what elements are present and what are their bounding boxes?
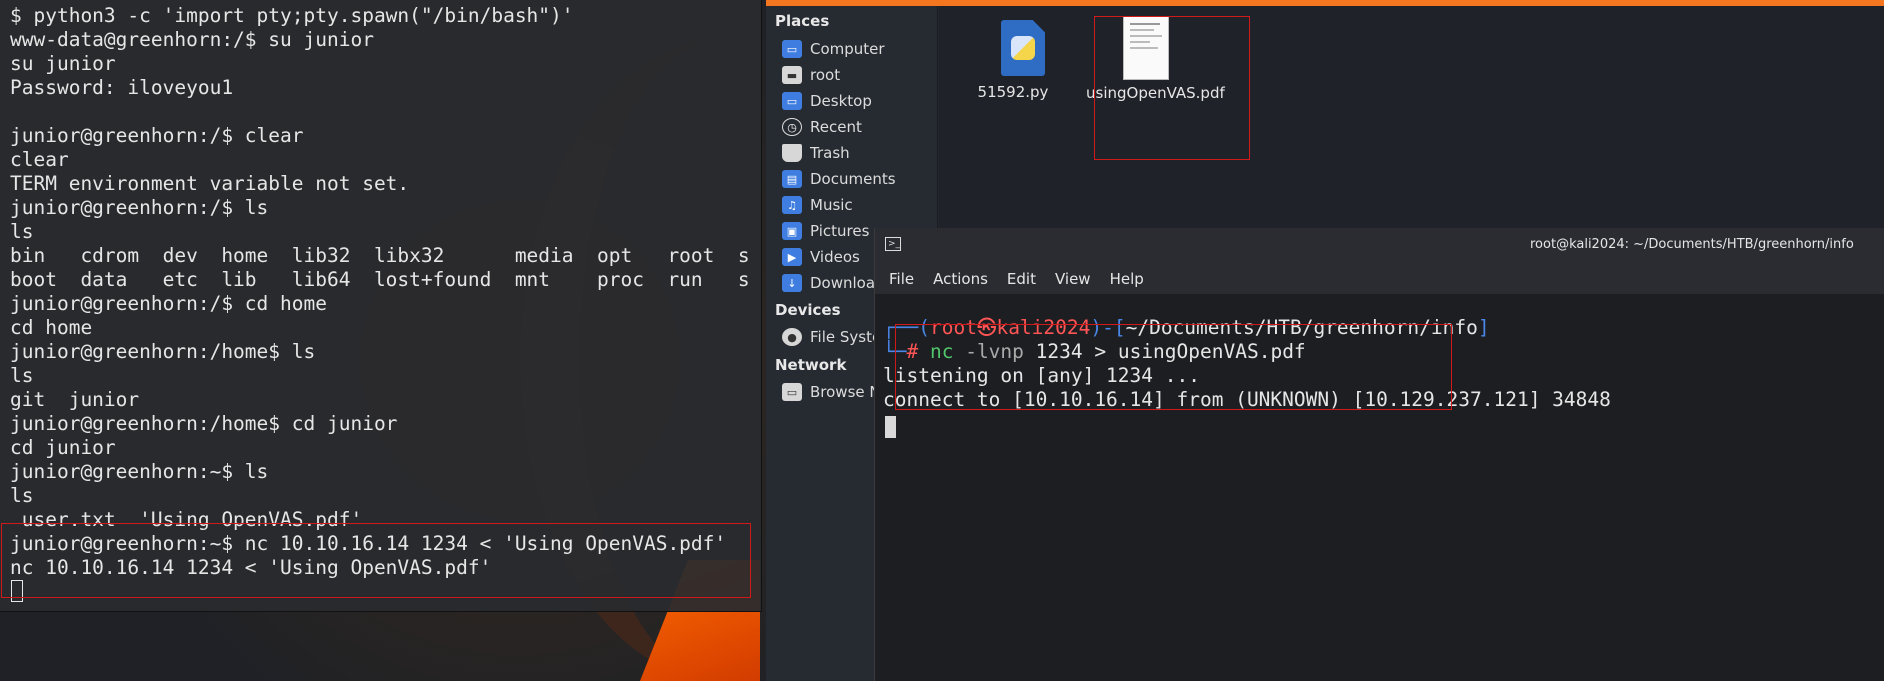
terminal-line: junior@greenhorn:/$ clear	[10, 124, 304, 147]
terminal-output: $ python3 -c 'import pty;pty.spawn("/bin…	[10, 4, 750, 580]
file-name: 51592.py	[977, 83, 1049, 101]
terminal-line: junior@greenhorn:/$ ls	[10, 196, 269, 219]
sidebar-item-label: Documents	[810, 170, 896, 188]
terminal-line: su junior	[10, 52, 116, 75]
menu-file[interactable]: File	[889, 262, 925, 294]
terminal-icon: >_	[885, 237, 901, 251]
window-title: root@kali2024: ~/Documents/HTB/greenhorn…	[1530, 237, 1854, 252]
computer-icon: ▭	[782, 40, 802, 58]
places-heading: Places	[775, 12, 830, 30]
recent-icon: ◷	[782, 118, 802, 136]
terminal-line: git junior	[10, 388, 140, 411]
sidebar-item-recent[interactable]: ◷ Recent	[782, 115, 862, 139]
terminal-line: TERM environment variable not set.	[10, 172, 410, 195]
python-logo	[1011, 36, 1035, 60]
menu-bar: File Actions Edit View Help	[875, 262, 1884, 294]
sidebar-item-label: Computer	[810, 40, 885, 58]
sidebar-item-music[interactable]: ♫ Music	[782, 193, 853, 217]
menu-view[interactable]: View	[1055, 262, 1102, 294]
terminal-line: cd junior	[10, 436, 116, 459]
drive-icon: ●	[782, 328, 802, 346]
sidebar-item-computer[interactable]: ▭ Computer	[782, 37, 885, 61]
sidebar-item-label: Music	[810, 196, 853, 214]
network-icon: ▭	[782, 383, 802, 401]
home-folder-icon: ▬	[782, 66, 802, 84]
sidebar-item-documents[interactable]: ▤ Documents	[782, 167, 896, 191]
qterminal-window[interactable]: >_ root@kali2024: ~/Documents/HTB/greenh…	[874, 228, 1884, 681]
terminal-line: boot data etc lib lib64 lost+found mnt p…	[10, 268, 750, 291]
terminal-line: bin cdrom dev home lib32 libx32 media op…	[10, 244, 750, 267]
terminal-line: junior@greenhorn:/$ cd home	[10, 292, 327, 315]
network-heading: Network	[775, 356, 847, 374]
documents-folder-icon: ▤	[782, 170, 802, 188]
terminal-line: ls	[10, 364, 34, 387]
highlight-box	[895, 324, 1452, 410]
terminal-cursor	[885, 416, 896, 438]
highlight-box	[1094, 16, 1250, 160]
sidebar-item-desktop[interactable]: ▭ Desktop	[782, 89, 872, 113]
desktop-icon: ▭	[782, 92, 802, 110]
sidebar-item-label: Videos	[810, 248, 860, 266]
sidebar-item-label: root	[810, 66, 841, 84]
sidebar-item-root[interactable]: ▬ root	[782, 63, 840, 87]
sidebar-item-pictures[interactable]: ▣ Pictures	[782, 219, 869, 243]
window-titlebar[interactable]: >_ root@kali2024: ~/Documents/HTB/greenh…	[875, 228, 1884, 262]
menu-help[interactable]: Help	[1110, 262, 1155, 294]
highlight-box	[1, 523, 751, 598]
videos-folder-icon: ▶	[782, 248, 802, 266]
terminal-line: junior@greenhorn:/home$ cd junior	[10, 412, 398, 435]
sidebar-item-label: Recent	[810, 118, 862, 136]
menu-actions[interactable]: Actions	[933, 262, 999, 294]
trash-icon	[782, 144, 802, 162]
terminal-line: clear	[10, 148, 69, 171]
devices-heading: Devices	[775, 301, 841, 319]
sidebar-item-label: Desktop	[810, 92, 872, 110]
music-folder-icon: ♫	[782, 196, 802, 214]
file-item-51592-py[interactable]: 51592.py	[949, 6, 1077, 106]
downloads-folder-icon: ↓	[782, 274, 802, 292]
terminal-line: ls	[10, 484, 34, 507]
sidebar-item-label: Trash	[810, 144, 850, 162]
reverse-shell-terminal[interactable]: $ python3 -c 'import pty;pty.spawn("/bin…	[0, 0, 762, 612]
terminal-line: cd home	[10, 316, 93, 339]
sidebar-item-videos[interactable]: ▶ Videos	[782, 245, 860, 269]
terminal-line: $ python3 -c 'import pty;pty.spawn("/bin…	[10, 4, 574, 27]
terminal-line: junior@greenhorn:~$ ls	[10, 460, 269, 483]
menu-edit[interactable]: Edit	[1007, 262, 1047, 294]
terminal-line: www-data@greenhorn:/$ su junior	[10, 28, 374, 51]
pictures-folder-icon: ▣	[782, 222, 802, 240]
terminal-line: junior@greenhorn:/home$ ls	[10, 340, 316, 363]
terminal-line: Password: iloveyou1	[10, 76, 234, 99]
terminal-line: ls	[10, 220, 34, 243]
sidebar-item-trash[interactable]: Trash	[782, 141, 850, 165]
sidebar-item-label: Pictures	[810, 222, 870, 240]
